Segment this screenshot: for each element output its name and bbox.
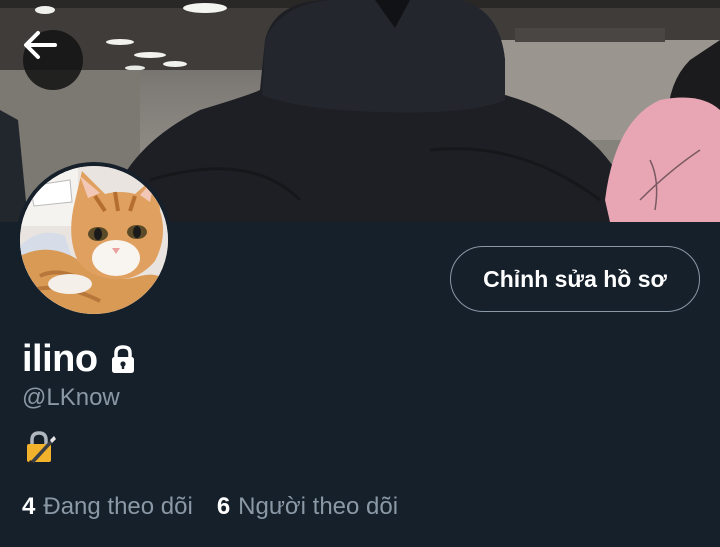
followers-link[interactable]: 6 Người theo dõi bbox=[217, 493, 398, 521]
back-button[interactable] bbox=[23, 30, 83, 90]
following-count: 4 bbox=[22, 493, 36, 520]
profile-handle: @LKnow bbox=[22, 384, 120, 411]
followers-count: 6 bbox=[216, 493, 231, 520]
avatar-image bbox=[20, 166, 168, 314]
follow-stats: 4 Đang theo dõi 6 Người theo dõi bbox=[22, 493, 398, 521]
lock-icon bbox=[108, 344, 138, 374]
display-name: ilino bbox=[22, 337, 98, 380]
profile-name-row: ilino bbox=[22, 335, 138, 383]
following-link[interactable]: 4 Đang theo dõi bbox=[22, 493, 193, 521]
followers-label: Người theo dõi bbox=[238, 493, 399, 520]
edit-profile-button[interactable]: Chỉnh sửa hồ sơ bbox=[450, 246, 700, 312]
following-label: Đang theo dõi bbox=[43, 493, 193, 520]
locked-with-pen-emoji bbox=[27, 431, 56, 464]
arrow-left-icon bbox=[24, 31, 57, 59]
avatar[interactable] bbox=[16, 162, 172, 318]
profile-bio bbox=[24, 430, 56, 464]
